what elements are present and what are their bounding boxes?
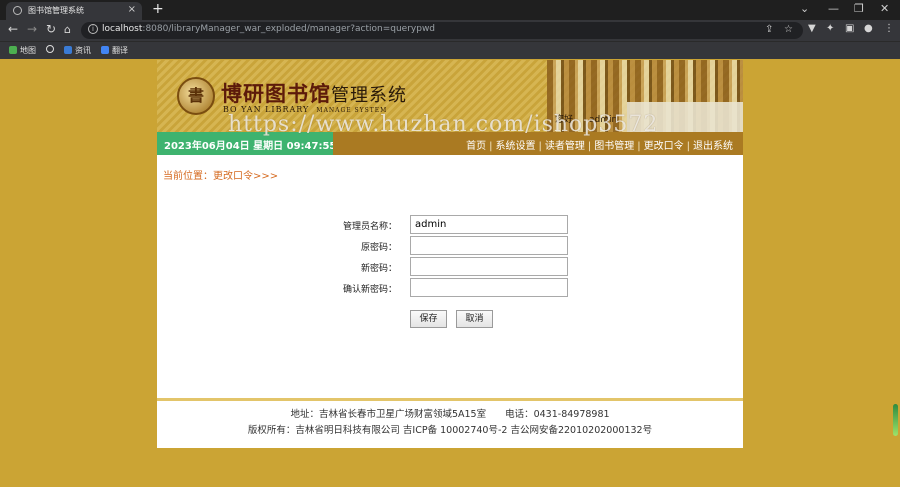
home-icon[interactable]: ⌂ [64,23,71,36]
site-footer: 地址：吉林省长春市卫星广场财富领域5A15室 电话：0431-84978981 … [157,407,743,439]
bookmark-globe[interactable] [46,45,57,54]
reload-icon[interactable]: ↻ [46,22,56,36]
nav-change-password[interactable]: 更改口令 [644,141,684,152]
old-password-input[interactable] [410,236,568,255]
scroll-indicator[interactable] [893,404,898,436]
form-row-confirm-password: 确认新密码： [157,278,743,298]
new-password-input[interactable] [410,257,568,276]
nav-system-settings[interactable]: 系统设置 [496,141,536,152]
new-password-label: 新密码： [360,264,397,274]
confirm-password-label: 确认新密码： [342,285,397,295]
logo-icon: 書 [177,77,215,115]
bookmarks-bar: 地图 资讯 翻译 [0,41,900,59]
info-icon[interactable]: i [88,24,98,34]
address-bar[interactable]: i localhost:8080/libraryManager_war_expl… [81,22,803,39]
browser-toolbar: ← → ↻ ⌂ i localhost:8080/libraryManager_… [0,20,900,41]
nav-logout[interactable]: 退出系统 [693,141,733,152]
share-icon[interactable]: ⇪ [765,24,773,35]
current-datetime: 2023年06月04日 星期日 09:47:55 [164,141,337,152]
site-header: 書 博研图书馆管理系统 BO YAN LIBRARY MANAGE SYSTEM… [157,60,743,155]
news-icon [64,46,72,54]
translate-icon [101,46,109,54]
profile-icon[interactable]: ● [864,23,873,34]
puzzle-icon[interactable]: ✦ [826,23,834,34]
globe-icon [46,45,54,53]
nav-book-management[interactable]: 图书管理 [594,141,634,152]
breadcrumb: 当前位置：更改口令>>> [163,171,279,182]
close-window-icon[interactable]: ✕ [880,2,889,15]
browser-tab-bar: 图书馆管理系统 × + ⌄ — ❐ ✕ [0,0,900,20]
admin-name-input[interactable] [410,215,568,234]
tab-title: 图书馆管理系统 [28,6,84,15]
restore-icon[interactable]: ❐ [854,2,864,15]
save-button[interactable]: 保存 [410,310,447,328]
nav-reader-management[interactable]: 读者管理 [545,141,585,152]
minimize-icon[interactable]: — [828,2,839,15]
forward-icon[interactable]: → [27,22,37,36]
extension-v-icon[interactable]: ▼ [808,23,816,34]
form-row-admin-name: 管理员名称： [157,215,743,235]
close-icon[interactable]: × [128,4,136,15]
new-tab-icon[interactable]: + [152,1,164,17]
cancel-button[interactable]: 取消 [456,310,493,328]
footer-divider [157,398,743,401]
menu-icon[interactable]: ⋮ [884,23,894,34]
bookmark-translate[interactable]: 翻译 [101,45,128,56]
star-icon[interactable]: ☆ [784,24,793,35]
sidebar-icon[interactable]: ▣ [845,23,854,34]
site-logo-title: 博研图书馆管理系统 [221,81,407,106]
footer-copyright: 版权所有：吉林省明日科技有限公司 吉ICP备 10002740号-2 吉公网安备… [247,425,653,436]
form-row-old-password: 原密码： [157,236,743,256]
map-icon [9,46,17,54]
form-row-new-password: 新密码： [157,257,743,277]
admin-name-label: 管理员名称： [342,222,397,232]
chevron-down-icon[interactable]: ⌄ [800,2,809,15]
confirm-password-input[interactable] [410,278,568,297]
globe-icon [13,6,22,15]
url-text[interactable]: localhost:8080/libraryManager_war_explod… [102,24,435,34]
old-password-label: 原密码： [360,243,397,253]
nav-home[interactable]: 首页 [466,141,486,152]
browser-tab[interactable]: 图书馆管理系统 × [6,2,142,20]
bookmark-news[interactable]: 资讯 [64,45,91,56]
back-icon[interactable]: ← [8,22,18,36]
footer-address: 地址：吉林省长春市卫星广场财富领域5A15室 电话：0431-84978981 [290,409,610,420]
watermark-text: https://www.huzhan.com/ishop3572 [228,112,659,137]
bookmark-map[interactable]: 地图 [9,45,36,56]
